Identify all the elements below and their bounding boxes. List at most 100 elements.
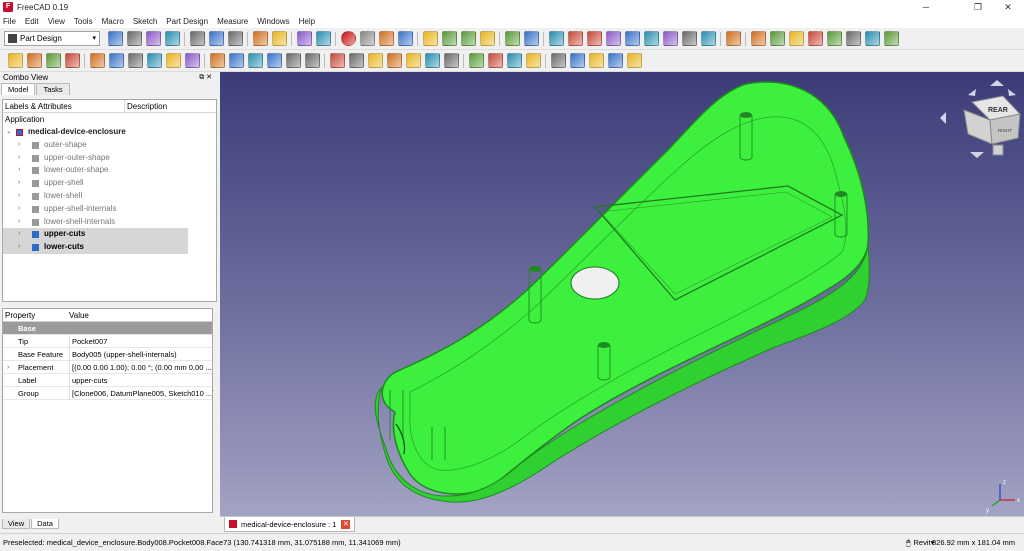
- new-icon[interactable]: [108, 31, 123, 46]
- body-icon[interactable]: [8, 53, 23, 68]
- link-select-icon[interactable]: [846, 31, 861, 46]
- line-icon[interactable]: [109, 53, 124, 68]
- macro-run-icon[interactable]: [398, 31, 413, 46]
- chevron-right-icon[interactable]: ›: [18, 190, 20, 203]
- navigation-cube[interactable]: REAR RIGHT: [940, 80, 1024, 158]
- navcube-arrow-down-icon[interactable]: [970, 152, 984, 158]
- link-make-icon[interactable]: [789, 31, 804, 46]
- menu-tools[interactable]: Tools: [74, 17, 93, 26]
- fillet-icon[interactable]: [551, 53, 566, 68]
- part-icon[interactable]: [751, 31, 766, 46]
- copy-icon[interactable]: [209, 31, 224, 46]
- property-value[interactable]: [(0.00 0.00 1.00); 0.00 °; (0.00 mm 0.00…: [69, 361, 213, 374]
- stereo-icon[interactable]: [480, 31, 495, 46]
- property-value[interactable]: [Clone006, DatumPlane005, Sketch010 ...]: [69, 387, 213, 400]
- navcube-rotate-right-icon[interactable]: [1008, 89, 1016, 96]
- tab-model[interactable]: Model: [1, 83, 36, 95]
- whats-this-icon[interactable]: [316, 31, 331, 46]
- subtractive-loft-icon[interactable]: [387, 53, 402, 68]
- tree-item-upper-cuts[interactable]: › upper-cuts: [3, 228, 188, 242]
- menu-edit[interactable]: Edit: [25, 17, 39, 26]
- property-row-placement[interactable]: › Placement [(0.00 0.00 1.00); 0.00 °; (…: [3, 361, 212, 374]
- navcube-rotate-left-icon[interactable]: [968, 89, 976, 96]
- property-row-tip[interactable]: Tip Pocket007: [3, 335, 212, 348]
- pipe-icon[interactable]: [267, 53, 282, 68]
- additive-primitive-icon[interactable]: [305, 53, 320, 68]
- clone-icon[interactable]: [65, 53, 80, 68]
- tree-item-upper-outer-shape[interactable]: › upper-outer-shape: [3, 152, 216, 165]
- menu-help[interactable]: Help: [299, 17, 315, 26]
- 3d-viewport[interactable]: REAR RIGHT x z y: [220, 72, 1024, 516]
- chevron-right-icon[interactable]: ›: [18, 164, 20, 177]
- multitransform-icon[interactable]: [526, 53, 541, 68]
- menu-file[interactable]: File: [3, 17, 16, 26]
- plane-icon[interactable]: [128, 53, 143, 68]
- property-row-group[interactable]: Group [Clone006, DatumPlane005, Sketch01…: [3, 387, 213, 400]
- tree-item-outer-shape[interactable]: › outer-shape: [3, 139, 216, 152]
- back-icon[interactable]: [505, 31, 520, 46]
- polar-pattern-icon[interactable]: [507, 53, 522, 68]
- tree-item-upper-shell-internals[interactable]: › upper-shell-internals: [3, 203, 216, 216]
- tree-item-lower-outer-shape[interactable]: › lower-outer-shape: [3, 164, 216, 177]
- draw-style-icon[interactable]: [461, 31, 476, 46]
- tree-item-lower-shell[interactable]: › lower-shell: [3, 190, 216, 203]
- top-view-icon[interactable]: [625, 31, 640, 46]
- property-value[interactable]: upper-cuts: [69, 374, 213, 387]
- bottom-view-icon[interactable]: [682, 31, 697, 46]
- cut-icon[interactable]: [190, 31, 205, 46]
- minimize-button[interactable]: ─: [912, 0, 940, 14]
- link-goto-icon[interactable]: [865, 31, 880, 46]
- forward-icon[interactable]: [524, 31, 539, 46]
- refresh-icon[interactable]: [297, 31, 312, 46]
- redo-icon[interactable]: [272, 31, 287, 46]
- draft-icon[interactable]: [589, 53, 604, 68]
- groove-icon[interactable]: [368, 53, 383, 68]
- subtractive-pipe-icon[interactable]: [406, 53, 421, 68]
- pad-icon[interactable]: [210, 53, 225, 68]
- tab-tasks[interactable]: Tasks: [36, 83, 70, 95]
- tree-item-lower-cuts[interactable]: › lower-cuts: [3, 241, 188, 254]
- property-value[interactable]: Pocket007: [69, 335, 213, 348]
- tab-view[interactable]: View: [2, 519, 31, 529]
- tree-document-row[interactable]: ⌄ medical-device-enclosure: [3, 126, 216, 139]
- property-value[interactable]: Body005 (upper-shell-internals): [69, 348, 213, 361]
- navcube-arrow-left-icon[interactable]: [940, 112, 946, 124]
- property-column-value[interactable]: Value: [69, 309, 89, 322]
- point-icon[interactable]: [90, 53, 105, 68]
- menu-part-design[interactable]: Part Design: [166, 17, 208, 26]
- tree-column-description[interactable]: Description: [125, 100, 167, 112]
- mirrored-icon[interactable]: [469, 53, 484, 68]
- restore-button[interactable]: ❐: [964, 0, 992, 14]
- close-window-button[interactable]: ✕: [994, 0, 1022, 14]
- viewport-canvas[interactable]: REAR RIGHT x z y: [220, 72, 1024, 516]
- chevron-right-icon[interactable]: ›: [18, 177, 20, 190]
- std-views-icon[interactable]: [549, 31, 564, 46]
- subtractive-primitive-icon[interactable]: [444, 53, 459, 68]
- link-actions-icon[interactable]: [827, 31, 842, 46]
- link-import-icon[interactable]: [884, 31, 899, 46]
- tab-data[interactable]: Data: [31, 519, 59, 529]
- zoom-icon[interactable]: [568, 31, 583, 46]
- navigation-style-button[interactable]: 🖱 Revit ▾: [906, 534, 934, 551]
- revolution-icon[interactable]: [229, 53, 244, 68]
- navcube-arrow-up-icon[interactable]: [990, 80, 1004, 86]
- tree-item-lower-shell-internals[interactable]: › lower-shell-internals: [3, 216, 216, 229]
- chevron-right-icon[interactable]: ›: [7, 361, 9, 374]
- property-row-base-feature[interactable]: Base Feature Body005 (upper-shell-intern…: [3, 348, 212, 361]
- macro-record-icon[interactable]: [341, 31, 356, 46]
- paste-icon[interactable]: [228, 31, 243, 46]
- panel-float-close-icon[interactable]: ⧉ ✕: [199, 72, 212, 83]
- menu-measure[interactable]: Measure: [217, 17, 248, 26]
- lcs-icon[interactable]: [147, 53, 162, 68]
- open-icon[interactable]: [127, 31, 142, 46]
- menu-sketch[interactable]: Sketch: [133, 17, 157, 26]
- boolean-icon[interactable]: [627, 53, 642, 68]
- helix-icon[interactable]: [286, 53, 301, 68]
- chevron-right-icon[interactable]: ›: [18, 139, 20, 152]
- subshape-binder-icon[interactable]: [185, 53, 200, 68]
- subtractive-helix-icon[interactable]: [425, 53, 440, 68]
- menu-view[interactable]: View: [48, 17, 65, 26]
- enclosure-model[interactable]: [374, 81, 870, 503]
- property-row-label[interactable]: Label upper-cuts: [3, 374, 212, 387]
- enclosure-body[interactable]: [381, 81, 870, 495]
